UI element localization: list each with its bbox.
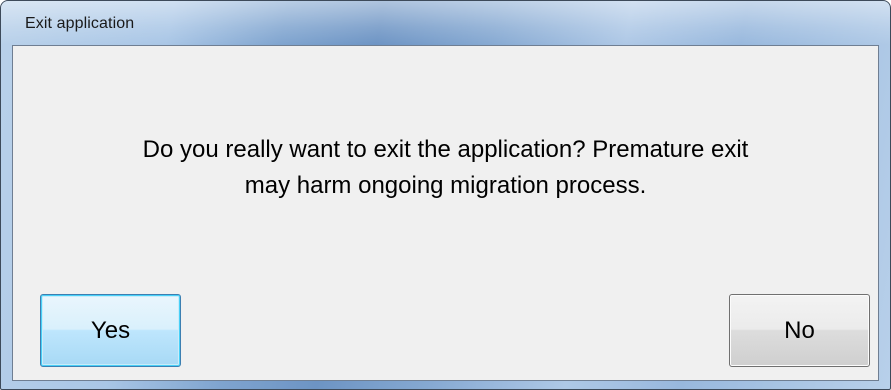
dialog-content: Do you really want to exit the applicati… — [12, 45, 879, 381]
yes-button[interactable]: Yes — [40, 294, 181, 367]
dialog-window: Exit application Do you really want to e… — [0, 0, 891, 390]
message-line-1: Do you really want to exit the applicati… — [142, 136, 749, 163]
no-button[interactable]: No — [729, 294, 870, 367]
confirmation-message: Do you really want to exit the applicati… — [13, 132, 878, 204]
message-line-2: may harm ongoing migration process. — [244, 172, 647, 199]
title-bar[interactable]: Exit application — [1, 1, 890, 45]
window-title: Exit application — [25, 15, 135, 32]
